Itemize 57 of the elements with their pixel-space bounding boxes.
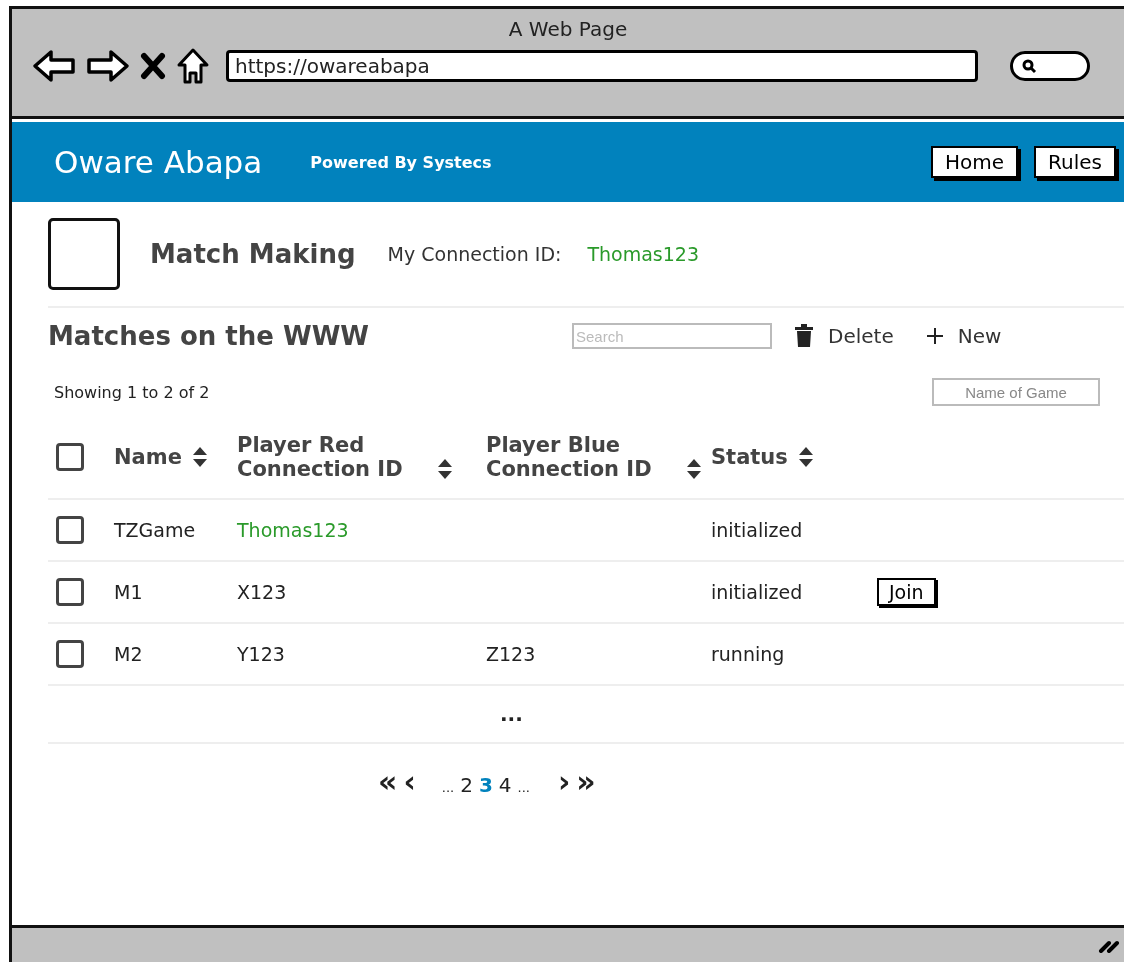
table-cell: Z123: [486, 643, 536, 665]
table-cell: running: [711, 643, 785, 665]
plus-icon: [925, 327, 944, 345]
page-link[interactable]: 3: [478, 773, 493, 797]
column-header[interactable]: Name: [114, 445, 182, 469]
search-icon: [1021, 58, 1037, 74]
app-brand: Oware Abapa: [54, 144, 263, 180]
sort-icon[interactable]: [797, 445, 814, 469]
search-field[interactable]: Search: [572, 323, 772, 349]
checkbox[interactable]: [56, 578, 84, 606]
column-header[interactable]: Player Blue Connection ID: [486, 433, 676, 481]
forward-icon[interactable]: [86, 49, 130, 83]
ellipsis: ...: [517, 780, 530, 795]
trash-icon: [794, 324, 814, 348]
last-page-link[interactable]: »: [576, 764, 596, 799]
table-cell: TZGame: [114, 519, 196, 541]
page-link[interactable]: 4: [498, 773, 512, 797]
checkbox[interactable]: [56, 640, 84, 668]
table-cell: X123: [237, 581, 287, 603]
new-button[interactable]: New: [925, 324, 1002, 348]
address-field[interactable]: https://owareabapa: [226, 50, 978, 82]
nav-button[interactable]: Home: [930, 146, 1019, 178]
table-cell: Thomas123: [237, 519, 349, 541]
image-placeholder: [48, 218, 120, 290]
ellipsis: ...: [441, 780, 455, 795]
table-cell: Y123: [237, 643, 285, 665]
delete-button[interactable]: Delete: [794, 324, 894, 348]
search-field[interactable]: [1010, 51, 1090, 81]
checkbox[interactable]: [56, 443, 84, 471]
page-link[interactable]: 2: [460, 773, 473, 797]
table-cell: initialized: [711, 519, 803, 541]
checkbox[interactable]: [56, 516, 84, 544]
results-count: Showing 1 to 2 of 2: [54, 382, 210, 402]
next-page-link[interactable]: ›: [557, 764, 571, 799]
sort-icon[interactable]: [437, 457, 453, 481]
nav-button[interactable]: Rules: [1034, 146, 1116, 178]
back-icon[interactable]: [32, 49, 76, 83]
column-header[interactable]: Status: [711, 445, 788, 469]
tagline: Powered By Systecs: [310, 152, 492, 172]
column-header[interactable]: Player Red Connection ID: [237, 433, 427, 481]
window-title: A Web Page: [507, 16, 629, 41]
page-title: Match Making: [150, 239, 356, 269]
sort-icon[interactable]: [686, 457, 702, 481]
filter-field[interactable]: Name of Game: [932, 378, 1100, 406]
table-cell: M1: [114, 581, 143, 603]
section-title: Matches on the WWW: [48, 321, 370, 351]
previous-page-link[interactable]: ‹: [403, 764, 416, 799]
more-rows: ...: [500, 702, 523, 726]
close-icon[interactable]: [140, 52, 166, 80]
connection-id: Thomas123: [587, 243, 699, 265]
sort-icon[interactable]: [191, 445, 208, 469]
table-cell: M2: [114, 643, 143, 665]
connection-label: My Connection ID:: [387, 243, 562, 265]
join-button[interactable]: Join: [877, 578, 936, 606]
first-page-link[interactable]: «: [378, 764, 398, 799]
table-cell: initialized: [711, 581, 803, 603]
home-icon[interactable]: [176, 47, 210, 85]
